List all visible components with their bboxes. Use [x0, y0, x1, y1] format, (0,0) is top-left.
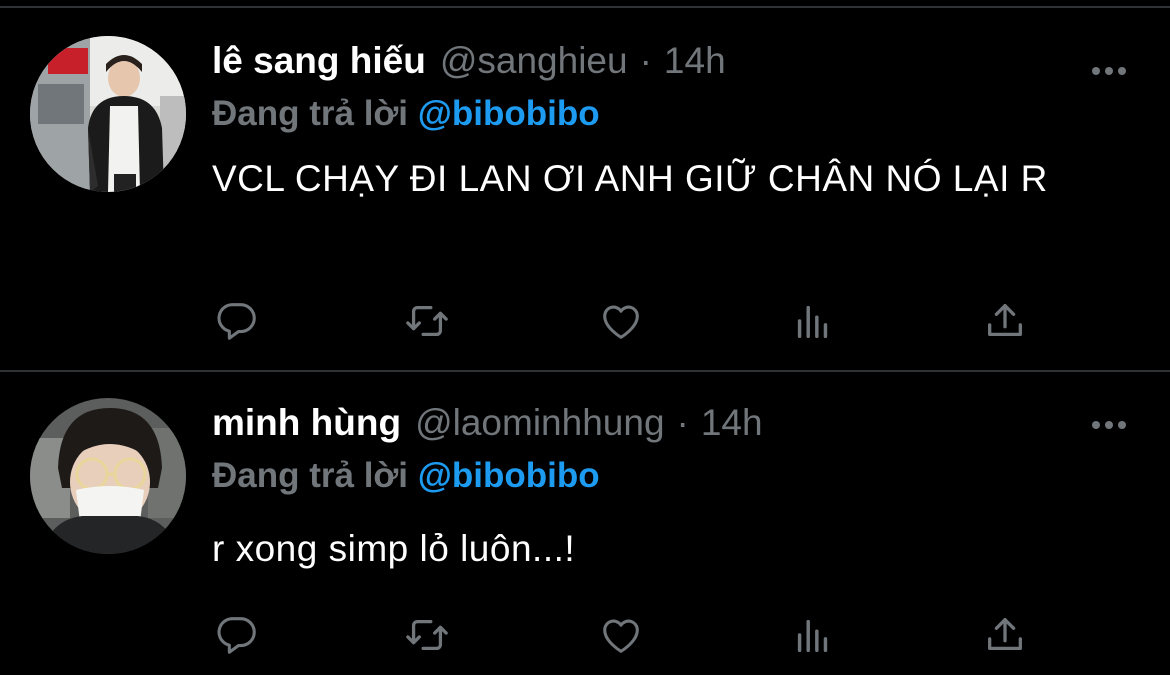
share-button[interactable] — [980, 610, 1030, 660]
share-icon — [988, 304, 1022, 337]
separator-dot: · — [639, 40, 652, 81]
reply-button[interactable] — [212, 296, 262, 346]
like-button[interactable] — [596, 610, 646, 660]
top-divider — [0, 0, 1170, 8]
retweet-icon — [406, 619, 448, 651]
separator-dot: · — [676, 402, 689, 443]
reply-mention-link[interactable]: @bibobibo — [418, 94, 600, 133]
timestamp[interactable]: 14h — [701, 402, 763, 444]
tweet-item[interactable]: lê sang hiếu @sanghieu · 14h Đang trả lờ… — [0, 10, 1170, 372]
replying-to: Đang trả lời @bibobibo — [212, 94, 1130, 138]
reply-mention-link[interactable]: @bibobibo — [418, 456, 600, 495]
replying-to: Đang trả lời @bibobibo — [212, 456, 1130, 500]
avatar[interactable] — [30, 36, 186, 192]
retweet-icon — [406, 305, 448, 337]
share-icon — [988, 618, 1022, 651]
timestamp[interactable]: 14h — [664, 40, 726, 82]
more-icon[interactable] — [1088, 58, 1130, 84]
heart-icon — [603, 619, 639, 653]
user-handle[interactable]: @sanghieu — [440, 40, 628, 82]
tweet-actions — [212, 610, 1042, 660]
retweet-button[interactable] — [402, 296, 452, 346]
analytics-button[interactable] — [788, 296, 838, 346]
tweet-item[interactable]: minh hùng @laominhhung · 14h Đang trả lờ… — [0, 374, 1170, 675]
share-button[interactable] — [980, 296, 1030, 346]
reply-prefix: Đang trả lời — [212, 94, 409, 133]
tweet-text: r xong simp lỏ luôn...! — [212, 528, 576, 569]
display-name[interactable]: minh hùng — [212, 402, 401, 444]
like-button[interactable] — [596, 296, 646, 346]
tweet-content: minh hùng @laominhhung · 14h Đang trả lờ… — [212, 402, 1130, 576]
analytics-button[interactable] — [788, 610, 838, 660]
tweet-content: lê sang hiếu @sanghieu · 14h Đang trả lờ… — [212, 40, 1130, 206]
avatar[interactable] — [30, 398, 186, 554]
heart-icon — [603, 305, 639, 339]
analytics-icon — [797, 305, 828, 339]
tweet-text: VCL CHẠY ĐI LAN ƠI ANH GIỮ CHÂN NÓ LẠI R — [212, 158, 1048, 199]
display-name[interactable]: lê sang hiếu — [212, 40, 426, 82]
avatar-image — [30, 36, 186, 192]
avatar-image — [30, 398, 186, 554]
analytics-icon — [797, 619, 828, 653]
more-icon[interactable] — [1088, 412, 1130, 438]
reply-prefix: Đang trả lời — [212, 456, 409, 495]
tweet-feed: lê sang hiếu @sanghieu · 14h Đang trả lờ… — [0, 0, 1170, 675]
tweet-actions — [212, 296, 1042, 346]
reply-button[interactable] — [212, 610, 262, 660]
reply-icon — [217, 303, 256, 340]
user-handle[interactable]: @laominhhung — [415, 402, 664, 444]
retweet-button[interactable] — [402, 610, 452, 660]
tweet-header: minh hùng @laominhhung · 14h — [212, 402, 1130, 448]
tweet-header: lê sang hiếu @sanghieu · 14h — [212, 40, 1130, 86]
reply-icon — [217, 617, 256, 654]
